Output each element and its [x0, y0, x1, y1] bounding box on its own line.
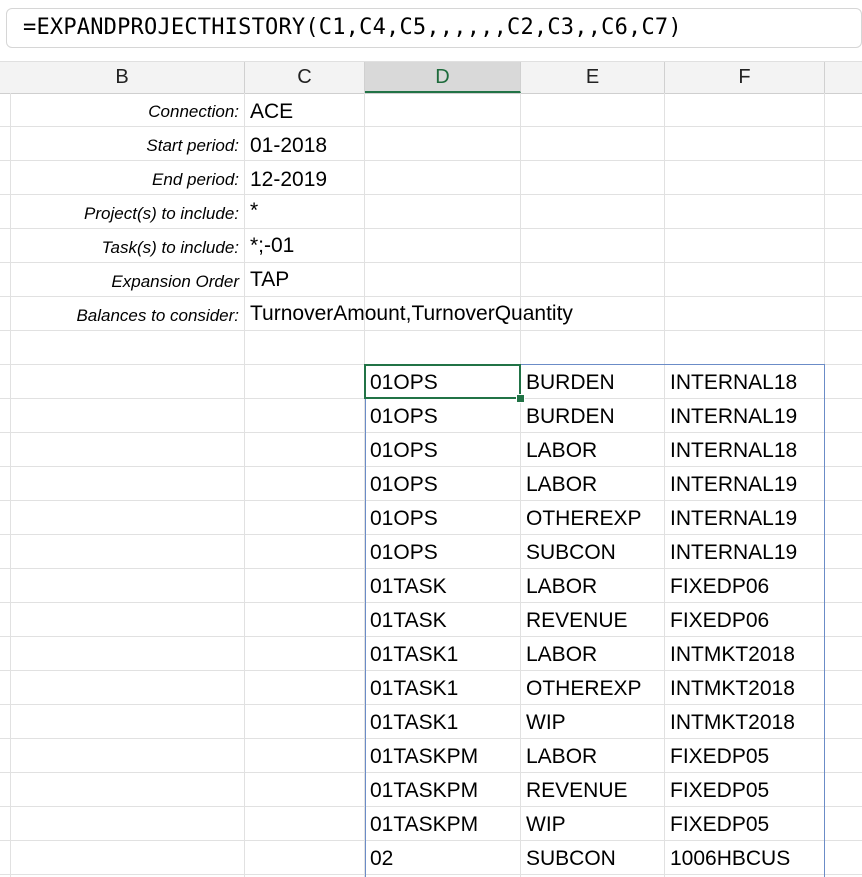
code-cell[interactable]: FIXEDP05 [670, 808, 769, 842]
formula-bar-area: =EXPANDPROJECTHISTORY(C1,C4,C5,,,,,,C2,C… [0, 0, 862, 61]
formula-bar[interactable]: =EXPANDPROJECTHISTORY(C1,C4,C5,,,,,,C2,C… [6, 8, 862, 48]
table-row: 01TASKPM LABOR FIXEDP05 [0, 740, 862, 774]
category-cell[interactable]: LABOR [526, 570, 597, 604]
project-cell[interactable]: 01TASK1 [370, 672, 458, 706]
param-label-tasks: Task(s) to include: [101, 238, 239, 257]
table-row: 01TASKPM WIP FIXEDP05 [0, 808, 862, 842]
param-value-end-period[interactable]: 12-2019 [250, 163, 327, 197]
param-label-end-period: End period: [152, 170, 239, 189]
column-header-f[interactable]: F [665, 62, 825, 93]
table-row: 01TASK REVENUE FIXEDP06 [0, 604, 862, 638]
code-cell[interactable]: INTMKT2018 [670, 638, 795, 672]
project-cell[interactable]: 01OPS [370, 434, 438, 468]
project-cell[interactable]: 01OPS [370, 400, 438, 434]
code-cell[interactable]: FIXEDP06 [670, 604, 769, 638]
code-cell[interactable]: INTMKT2018 [670, 706, 795, 740]
param-value-balances[interactable]: TurnoverAmount,TurnoverQuantity [250, 297, 573, 331]
column-header-c[interactable]: C [245, 62, 365, 93]
code-cell[interactable]: INTERNAL19 [670, 400, 797, 434]
code-cell[interactable]: FIXEDP05 [670, 774, 769, 808]
column-header-e[interactable]: E [521, 62, 665, 93]
table-row: 01TASKPM REVENUE FIXEDP05 [0, 774, 862, 808]
category-cell[interactable]: LABOR [526, 638, 597, 672]
project-cell[interactable]: 01OPS [370, 502, 438, 536]
category-cell[interactable]: BURDEN [526, 366, 615, 400]
code-cell[interactable]: 1006HBCUS [670, 842, 790, 876]
column-header-g[interactable] [825, 62, 862, 93]
category-cell[interactable]: BURDEN [526, 400, 615, 434]
project-cell[interactable]: 01TASK1 [370, 638, 458, 672]
param-label-expansion-order: Expansion Order [111, 272, 239, 291]
table-row: 01OPS LABOR INTERNAL18 [0, 434, 862, 468]
table-row: 01TASK1 LABOR INTMKT2018 [0, 638, 862, 672]
table-row: 01OPS BURDEN INTERNAL19 [0, 400, 862, 434]
project-cell[interactable]: 01TASKPM [370, 808, 478, 842]
table-row: 01TASK1 OTHEREXP INTMKT2018 [0, 672, 862, 706]
code-cell[interactable]: INTERNAL19 [670, 502, 797, 536]
active-cell-selection[interactable] [364, 364, 521, 399]
param-value-connection[interactable]: ACE [250, 95, 293, 129]
category-cell[interactable]: OTHEREXP [526, 502, 642, 536]
param-value-expansion-order[interactable]: TAP [250, 263, 289, 297]
param-value-projects[interactable]: * [250, 194, 258, 228]
worksheet-grid[interactable]: Connection: ACE Start period: 01-2018 En… [0, 93, 862, 877]
fill-handle[interactable] [516, 394, 525, 403]
category-cell[interactable]: REVENUE [526, 774, 628, 808]
project-cell[interactable]: 01OPS [370, 468, 438, 502]
project-cell[interactable]: 01TASKPM [370, 774, 478, 808]
project-cell[interactable]: 01OPS [370, 536, 438, 570]
code-cell[interactable]: INTERNAL19 [670, 536, 797, 570]
table-row: 01OPS LABOR INTERNAL19 [0, 468, 862, 502]
project-cell[interactable]: 02 [370, 842, 393, 876]
category-cell[interactable]: REVENUE [526, 604, 628, 638]
param-label-connection: Connection: [148, 102, 239, 121]
category-cell[interactable]: LABOR [526, 434, 597, 468]
project-cell[interactable]: 01TASK1 [370, 706, 458, 740]
category-cell[interactable]: LABOR [526, 740, 597, 774]
param-value-tasks[interactable]: *;-01 [250, 229, 294, 263]
column-header-row: B C D E F [0, 61, 862, 94]
code-cell[interactable]: FIXEDP06 [670, 570, 769, 604]
code-cell[interactable]: FIXEDP05 [670, 740, 769, 774]
project-cell[interactable]: 01TASK [370, 570, 447, 604]
column-header-b[interactable]: B [0, 62, 245, 93]
table-row: 01OPS SUBCON INTERNAL19 [0, 536, 862, 570]
project-cell[interactable]: 01TASKPM [370, 740, 478, 774]
code-cell[interactable]: INTERNAL18 [670, 434, 797, 468]
formula-text[interactable]: =EXPANDPROJECTHISTORY(C1,C4,C5,,,,,,C2,C… [23, 15, 682, 40]
table-row: 01TASK1 WIP INTMKT2018 [0, 706, 862, 740]
code-cell[interactable]: INTERNAL19 [670, 468, 797, 502]
category-cell[interactable]: OTHEREXP [526, 672, 642, 706]
param-value-start-period[interactable]: 01-2018 [250, 129, 327, 163]
code-cell[interactable]: INTMKT2018 [670, 672, 795, 706]
category-cell[interactable]: WIP [526, 706, 566, 740]
category-cell[interactable]: SUBCON [526, 842, 616, 876]
category-cell[interactable]: SUBCON [526, 536, 616, 570]
param-label-projects: Project(s) to include: [84, 204, 239, 223]
table-row: 02 SUBCON 1006HBCUS [0, 842, 862, 876]
table-row: 01TASK LABOR FIXEDP06 [0, 570, 862, 604]
param-label-balances: Balances to consider: [76, 306, 239, 325]
column-header-d[interactable]: D [365, 62, 521, 93]
code-cell[interactable]: INTERNAL18 [670, 366, 797, 400]
project-cell[interactable]: 01TASK [370, 604, 447, 638]
param-label-start-period: Start period: [146, 136, 239, 155]
category-cell[interactable]: WIP [526, 808, 566, 842]
category-cell[interactable]: LABOR [526, 468, 597, 502]
table-row: 01OPS OTHEREXP INTERNAL19 [0, 502, 862, 536]
